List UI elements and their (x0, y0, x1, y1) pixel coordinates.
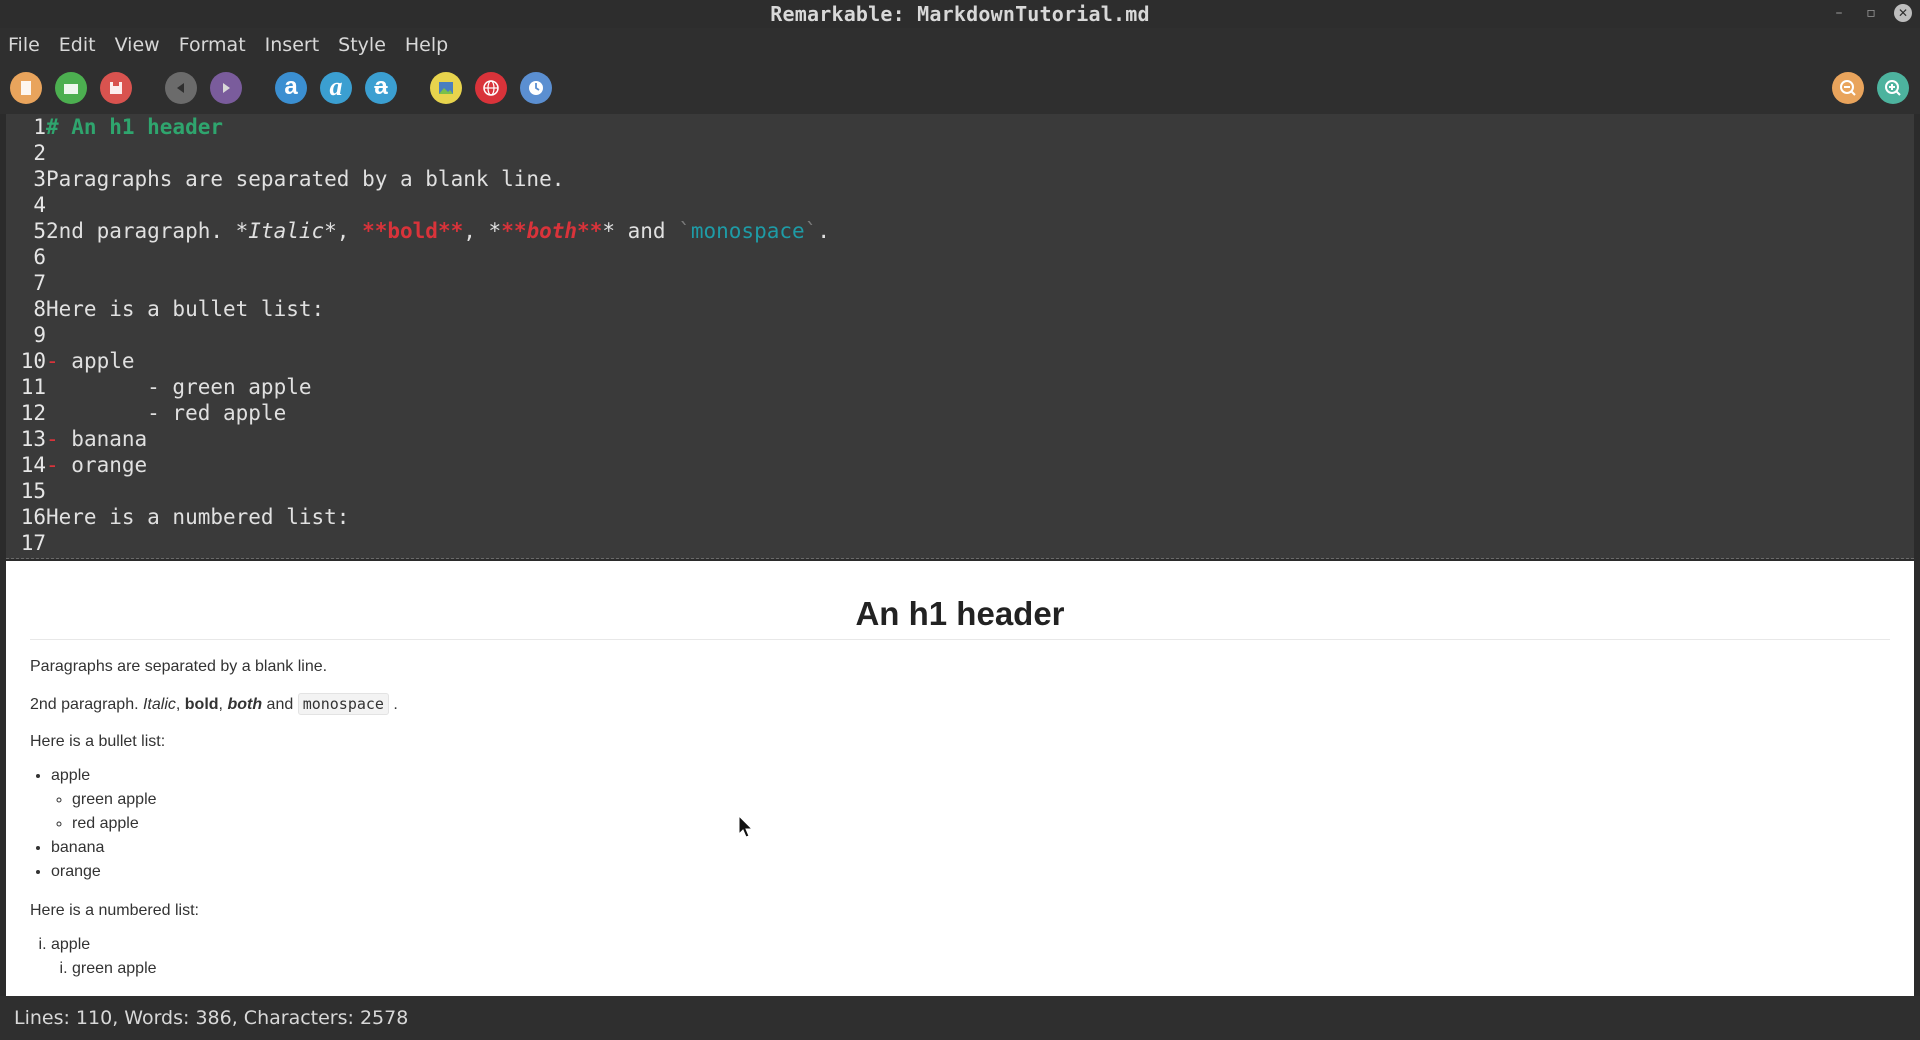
italic-icon[interactable]: a (320, 72, 352, 104)
title-bar: Remarkable: MarkdownTutorial.md – ▫ ✕ (0, 0, 1920, 28)
redo-icon[interactable] (210, 72, 242, 104)
line-number: 3 (33, 167, 46, 191)
preview-bullet-list: apple green apple red apple banana orang… (51, 764, 1890, 884)
bold-icon[interactable]: a (275, 72, 307, 104)
new-file-icon[interactable] (10, 72, 42, 104)
menu-file[interactable]: File (8, 34, 40, 56)
window-controls: – ▫ ✕ (1830, 4, 1912, 22)
line-number: 12 (20, 401, 46, 425)
line-number: 5 (33, 219, 46, 243)
editor-line[interactable]: 7 (6, 270, 1914, 296)
editor-line[interactable]: 11 - green apple (6, 374, 1914, 400)
editor-line[interactable]: 15 (6, 478, 1914, 504)
line-number: 8 (33, 297, 46, 321)
maximize-icon[interactable]: ▫ (1862, 4, 1880, 22)
list-item: green apple (72, 788, 1890, 812)
list-item: apple green apple (51, 933, 1890, 981)
editor-line[interactable]: 17 (6, 530, 1914, 556)
editor-line[interactable]: 1 # An h1 header (6, 114, 1914, 140)
editor-line[interactable]: 4 (6, 192, 1914, 218)
editor-text: 2nd paragraph. *Italic*, **bold**, ***bo… (46, 219, 830, 243)
status-bar: Lines: 110, Words: 386, Characters: 2578 (0, 996, 1920, 1040)
editor-line[interactable]: 8 Here is a bullet list: (6, 296, 1914, 322)
preview-paragraph-3: Here is a bullet list: (30, 733, 166, 750)
editor-text: Here is a numbered list: (46, 505, 350, 529)
editor-line[interactable]: 14- orange (6, 452, 1914, 478)
timestamp-icon[interactable] (520, 72, 552, 104)
editor-line[interactable]: 13- banana (6, 426, 1914, 452)
toolbar: a a a (0, 62, 1920, 114)
editor-text: - banana (46, 427, 148, 451)
undo-icon[interactable] (165, 72, 197, 104)
list-item: red apple (72, 812, 1890, 836)
editor-line[interactable]: 10- apple (6, 348, 1914, 374)
list-item: apple green apple red apple (51, 764, 1890, 836)
preview-h1: An h1 header (30, 595, 1890, 640)
line-number: 15 (20, 479, 46, 503)
open-folder-icon[interactable] (55, 72, 87, 104)
menu-format[interactable]: Format (179, 34, 246, 56)
insert-image-icon[interactable] (430, 72, 462, 104)
menu-help[interactable]: Help (405, 34, 448, 56)
editor-text: - red apple (46, 401, 287, 425)
line-number: 13 (20, 427, 46, 451)
menu-view[interactable]: View (115, 34, 160, 56)
list-item: banana (51, 836, 1890, 860)
line-number: 16 (20, 505, 46, 529)
editor-text: Here is a bullet list: (46, 297, 325, 321)
editor-line[interactable]: 6 (6, 244, 1914, 270)
menu-bar: File Edit View Format Insert Style Help (0, 28, 1920, 62)
editor-line[interactable]: 9 (6, 322, 1914, 348)
mouse-cursor-icon (738, 815, 754, 838)
preview-paragraph-2: 2nd paragraph. Italic, bold, both and mo… (30, 693, 398, 715)
save-icon[interactable] (100, 72, 132, 104)
editor-line[interactable]: 2 (6, 140, 1914, 166)
line-number: 11 (20, 375, 46, 399)
preview-numbered-list: apple green apple (51, 933, 1890, 981)
preview-paragraph-4: Here is a numbered list: (30, 902, 199, 919)
editor-text: - apple (46, 349, 135, 373)
close-icon[interactable]: ✕ (1894, 4, 1912, 22)
editor-text: - green apple (46, 375, 312, 399)
editor-line[interactable]: 16 Here is a numbered list: (6, 504, 1914, 530)
zoom-out-icon[interactable] (1832, 72, 1864, 104)
line-number: 7 (33, 271, 46, 295)
editor-text: - orange (46, 453, 148, 477)
line-number: 9 (33, 323, 46, 347)
window-title: Remarkable: MarkdownTutorial.md (770, 2, 1150, 26)
editor-line[interactable]: 12 - red apple (6, 400, 1914, 426)
menu-insert[interactable]: Insert (265, 34, 320, 56)
editor-text: # An h1 header (46, 115, 224, 139)
editor-line[interactable]: 3 Paragraphs are separated by a blank lin… (6, 166, 1914, 192)
line-number: 17 (20, 531, 46, 555)
markdown-editor[interactable]: 1 # An h1 header 2 3 Paragraphs are separa… (6, 114, 1914, 559)
insert-link-icon[interactable] (475, 72, 507, 104)
line-number: 1 (33, 115, 46, 139)
preview-paragraph-1: Paragraphs are separated by a blank line… (30, 658, 328, 675)
menu-style[interactable]: Style (338, 34, 386, 56)
document-stats: Lines: 110, Words: 386, Characters: 2578 (14, 1007, 409, 1029)
menu-edit[interactable]: Edit (59, 34, 96, 56)
markdown-preview[interactable]: An h1 header Paragraphs are separated by… (6, 561, 1914, 996)
list-item: green apple (72, 957, 1890, 981)
line-number: 10 (20, 349, 46, 373)
strikethrough-icon[interactable]: a (365, 72, 397, 104)
editor-text: Paragraphs are separated by a blank line… (46, 167, 565, 191)
line-number: 6 (33, 245, 46, 269)
line-number: 4 (33, 193, 46, 217)
list-item: orange (51, 860, 1890, 884)
line-number: 2 (33, 141, 46, 165)
line-number: 14 (20, 453, 46, 477)
editor-line[interactable]: 5 2nd paragraph. *Italic*, **bold**, ***b… (6, 218, 1914, 244)
minimize-icon[interactable]: – (1830, 4, 1848, 22)
zoom-in-icon[interactable] (1877, 72, 1909, 104)
